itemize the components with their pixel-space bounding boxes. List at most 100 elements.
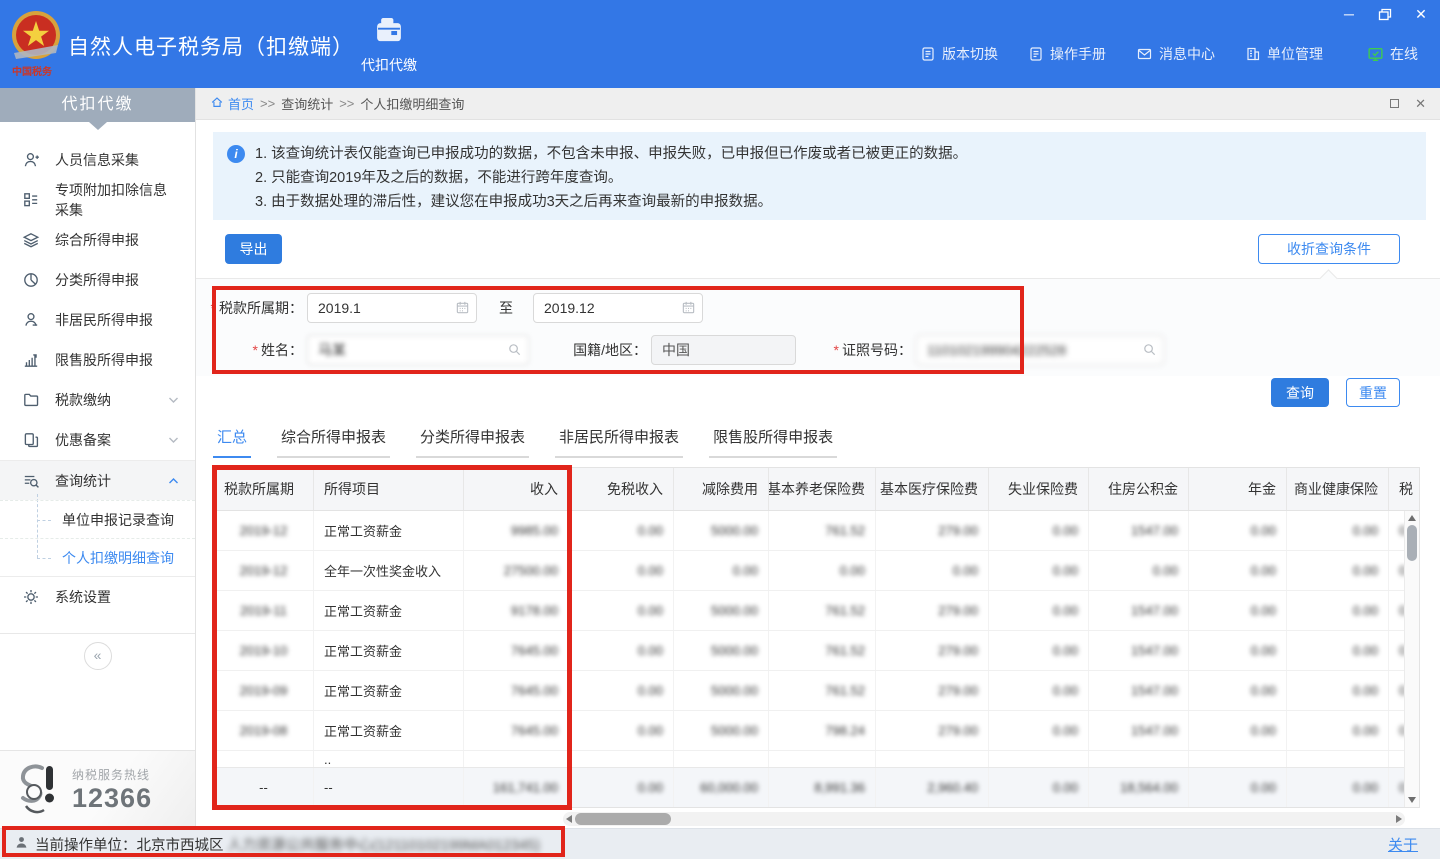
hotline-block: 纳税服务热线 12366 [0,750,195,828]
sidebar-item-personnel-info[interactable]: 人员信息采集 [0,140,195,180]
table-cell [569,751,674,767]
sidebar-menu: 人员信息采集 专项附加扣除信息采集 综合所得申报 分类所得申报 非居民所得申报 [0,122,195,670]
table-row: ----161,741.000.0060,000.008,991.362,960… [214,767,1419,807]
search-button[interactable]: 查询 [1271,378,1329,407]
topbar: 中国税务 自然人电子税务局（扣缴端） 代扣代缴 版本切换 操作手册 [0,0,1440,88]
table-header-cell: 住房公积金 [1089,468,1189,510]
search-icon[interactable] [507,342,522,360]
sidebar-subitem-personal-withholding-query[interactable]: 个人扣缴明细查询 [0,538,195,576]
sidebar-item-comprehensive-income[interactable]: 综合所得申报 [0,220,195,260]
sidebar-collapse-button[interactable]: « [84,642,112,670]
manual-label: 操作手册 [1050,44,1106,64]
notice-line-3: 3. 由于数据处理的滞后性，建议您在申报成功3天之后再来查询最新的申报数据。 [255,190,967,214]
table-cell: 7645.00 [464,631,569,670]
tab-classified-income[interactable]: 分类所得申报表 [416,426,529,458]
period-to-input[interactable] [533,293,703,323]
table-cell: 1547.00 [1089,591,1189,630]
table-cell: 正常工资薪金 [314,711,464,750]
panel-close-icon[interactable]: ✕ [1415,96,1426,112]
tab-comprehensive-income[interactable]: 综合所得申报表 [277,426,390,458]
table-row: 2019-11正常工资薪金9178.000.005000.00761.52279… [214,591,1419,631]
close-button[interactable]: ✕ [1410,4,1432,24]
sidebar-subitem-unit-declaration-query[interactable]: 单位申报记录查询 [0,500,195,538]
table-cell: 正常工资薪金 [314,631,464,670]
sidebar-item-nonresident-income[interactable]: 非居民所得申报 [0,300,195,340]
about-link[interactable]: 关于 [1388,834,1418,855]
org-manage-link[interactable]: 单位管理 [1245,44,1323,64]
message-center-link[interactable]: 消息中心 [1136,44,1215,64]
region-input[interactable] [651,335,796,365]
online-status[interactable]: 在线 [1367,44,1418,64]
id-number-input[interactable] [916,335,1164,365]
table-row: 2019-10正常工资薪金7645.000.005000.00761.52279… [214,631,1419,671]
sidebar-item-special-deduction[interactable]: 专项附加扣除信息采集 [0,180,195,220]
table-cell: 9178.00 [464,591,569,630]
table-cell: 0.00 [876,551,989,590]
result-tabs: 汇总 综合所得申报表 分类所得申报表 非居民所得申报表 限售股所得申报表 [213,426,837,458]
gear-icon [22,588,40,606]
sidebar-item-preferential-filing[interactable]: 优惠备案 [0,420,195,460]
wallet-icon [374,16,404,51]
sidebar-item-restricted-shares[interactable]: 限售股所得申报 [0,340,195,380]
query-statistics-submenu: 单位申报记录查询 个人扣缴明细查询 [0,500,195,577]
tab-summary[interactable]: 汇总 [213,426,251,458]
calendar-icon[interactable] [455,300,470,318]
period-from-input[interactable] [307,293,477,323]
chevron-down-icon [168,396,179,404]
scroll-left-arrow[interactable] [566,815,572,823]
layers-icon [22,231,40,249]
chevron-up-icon [168,477,179,485]
table-header-cell: 减除费用 [674,468,769,510]
sidebar-item-query-statistics[interactable]: 查询统计 [0,460,195,500]
svg-text:中国税务: 中国税务 [12,65,53,78]
scroll-right-arrow[interactable] [1396,815,1402,823]
horizontal-scrollbar[interactable] [563,812,1405,826]
name-field [307,335,529,365]
name-label: *姓名： [196,340,303,360]
breadcrumb-home[interactable]: 首页 [210,94,254,113]
to-label: 至 [499,298,513,318]
notice-box: i 1. 该查询统计表仅能查询已申报成功的数据，不包含未申报、申报失败，已申报但… [213,132,1426,220]
table-header-row: 税款所属期所得项目收入免税收入减除费用基本养老保险费基本医疗保险费失业保险费住房… [214,468,1419,511]
org-manage-label: 单位管理 [1267,44,1323,64]
table-cell: 0.00 [1287,711,1389,750]
table-cell [769,751,876,767]
search-icon[interactable] [1142,342,1157,360]
version-switch-link[interactable]: 版本切换 [920,44,998,64]
panel-maximize-icon[interactable] [1390,96,1399,111]
table-cell: 2019-12 [214,551,314,590]
notice-line-2: 2. 只能查询2019年及之后的数据，不能进行跨年度查询。 [255,166,967,190]
table-cell: 1547.00 [1089,711,1189,750]
table-cell [876,751,989,767]
doc-icon [1028,46,1044,62]
tab-nonresident-income[interactable]: 非居民所得申报表 [555,426,683,458]
table-cell: 0.00 [1189,631,1287,670]
table-cell: 正常工资薪金 [314,671,464,710]
export-button[interactable]: 导出 [225,234,282,264]
tab-daikoudaijiao[interactable]: 代扣代缴 [346,16,432,75]
sidebar-item-tax-payment[interactable]: 税款缴纳 [0,380,195,420]
vertical-scroll-thumb[interactable] [1407,525,1417,561]
horizontal-scroll-thumb[interactable] [575,813,671,825]
table-cell: 2019-09 [214,671,314,710]
sidebar-item-system-settings[interactable]: 系统设置 [0,577,195,617]
scroll-down-arrow[interactable] [1408,797,1416,803]
calendar-icon[interactable] [681,300,696,318]
minimize-button[interactable]: ─ [1338,4,1360,24]
table-cell: 全年一次性奖金收入 [314,551,464,590]
breadcrumb-separator: >> [260,96,275,111]
sidebar-item-classified-income[interactable]: 分类所得申报 [0,260,195,300]
reset-button[interactable]: 重置 [1346,378,1400,407]
folder-icon [22,391,40,409]
table-cell: 5000.00 [674,511,769,550]
restore-button[interactable] [1374,4,1396,24]
table-cell: 0.00 [569,711,674,750]
vertical-scrollbar[interactable] [1404,511,1419,807]
tab-restricted-shares[interactable]: 限售股所得申报表 [709,426,837,458]
table-header-cell: 收入 [464,468,569,510]
name-input[interactable] [307,335,529,365]
table-cell: 2019-10 [214,631,314,670]
collapse-query-button[interactable]: 收折查询条件 [1258,234,1400,264]
scroll-up-arrow[interactable] [1408,515,1416,521]
manual-link[interactable]: 操作手册 [1028,44,1106,64]
